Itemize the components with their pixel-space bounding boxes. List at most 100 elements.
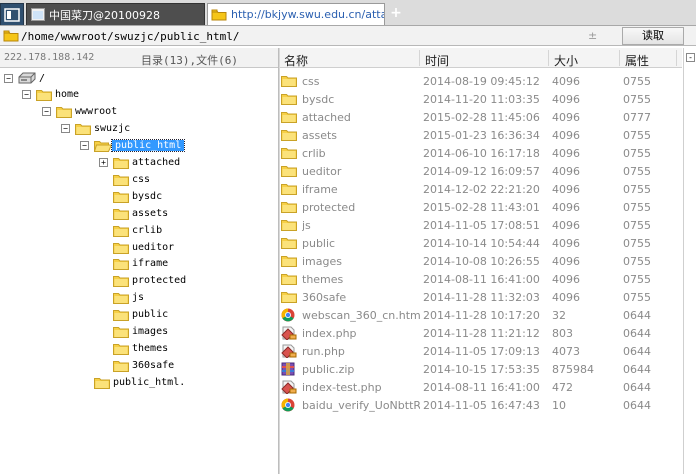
- tree-node-bysdc[interactable]: bysdc: [99, 188, 162, 204]
- tree-node-label: home: [55, 89, 80, 101]
- file-name: index-test.php: [302, 381, 382, 394]
- tab-bar: 中国菜刀@20100928 http://bkjyw.swu.edu.cn/at…: [0, 0, 696, 26]
- folder-icon: [113, 241, 129, 254]
- file-time: 2014-06-10 16:17:18: [423, 147, 540, 160]
- file-name: css: [302, 75, 320, 88]
- file-time: 2014-11-28 11:32:03: [423, 291, 540, 304]
- collapse-icon[interactable]: −: [22, 90, 31, 100]
- file-time: 2014-10-08 10:26:55: [423, 255, 540, 268]
- file-perm: 0644: [623, 345, 651, 358]
- tree-node-label: css: [132, 173, 151, 185]
- tree-node-public[interactable]: public: [99, 307, 168, 323]
- file-perm: 0755: [623, 129, 651, 142]
- table-row[interactable]: public.zip 2014-10-15 17:53:35 875984 0644: [280, 360, 682, 378]
- tree-node-iframe[interactable]: iframe: [99, 256, 168, 272]
- column-perm-header[interactable]: 属性: [625, 52, 649, 69]
- table-row[interactable]: 360safe 2014-11-28 11:32:03 4096 0755: [280, 288, 682, 306]
- file-perm: 0755: [623, 219, 651, 232]
- table-row[interactable]: crlib 2014-06-10 16:17:18 4096 0755: [280, 144, 682, 162]
- folder-icon: [281, 110, 297, 124]
- tree-node-crlib[interactable]: crlib: [99, 222, 162, 238]
- table-row[interactable]: attached 2015-02-28 11:45:06 4096 0777: [280, 108, 682, 126]
- table-row[interactable]: ueditor 2014-09-12 16:09:57 4096 0755: [280, 162, 682, 180]
- table-row[interactable]: webscan_360_cn.html 2014-11-28 10:17:20 32…: [280, 306, 682, 324]
- tree-node-js[interactable]: js: [99, 290, 144, 306]
- folder-icon: [281, 290, 297, 304]
- column-divider[interactable]: [619, 50, 620, 66]
- collapse-toggle[interactable]: -: [686, 53, 695, 62]
- column-divider[interactable]: [676, 50, 677, 66]
- tree-node-assets[interactable]: assets: [99, 205, 168, 221]
- read-button[interactable]: 读取: [622, 27, 684, 45]
- table-row[interactable]: iframe 2014-12-02 22:21:20 4096 0755: [280, 180, 682, 198]
- add-tab-icon[interactable]: +: [389, 5, 403, 21]
- table-row[interactable]: baidu_verify_UoNbttR... 2014-11-05 16:47:…: [280, 396, 682, 414]
- php-file-icon: [281, 380, 297, 395]
- file-size: 4096: [552, 111, 580, 124]
- file-time: 2014-11-05 17:09:13: [423, 345, 540, 358]
- path-input[interactable]: [20, 28, 628, 44]
- table-row[interactable]: js 2014-11-05 17:08:51 4096 0755: [280, 216, 682, 234]
- tree-node-themes[interactable]: themes: [99, 340, 168, 356]
- folder-icon: [281, 236, 297, 250]
- folder-icon: [208, 8, 227, 21]
- tree-node-wwwroot[interactable]: − wwwroot: [42, 104, 117, 120]
- file-perm: 0644: [623, 381, 651, 394]
- history-dropdown[interactable]: ±: [588, 29, 597, 42]
- collapse-icon[interactable]: −: [80, 141, 89, 151]
- tree-node-360safe[interactable]: 360safe: [99, 357, 174, 373]
- window-menu-icon[interactable]: [0, 3, 24, 25]
- table-row[interactable]: public 2014-10-14 10:54:44 4096 0755: [280, 234, 682, 252]
- file-size: 472: [552, 381, 573, 394]
- tree-node-css[interactable]: css: [99, 171, 150, 187]
- collapse-icon[interactable]: −: [4, 73, 13, 83]
- tree-node-label: 360safe: [132, 359, 175, 371]
- table-row[interactable]: bysdc 2014-11-20 11:03:35 4096 0755: [280, 90, 682, 108]
- tree-node-publichtml[interactable]: public_html.: [80, 374, 185, 390]
- file-size: 32: [552, 309, 566, 322]
- file-size: 4073: [552, 345, 580, 358]
- table-row[interactable]: assets 2015-01-23 16:36:34 4096 0755: [280, 126, 682, 144]
- tree-node-protected[interactable]: protected: [99, 273, 186, 289]
- expand-icon[interactable]: +: [99, 158, 108, 167]
- file-time: 2014-11-05 16:47:43: [423, 399, 540, 412]
- file-time: 2014-08-19 09:45:12: [423, 75, 540, 88]
- table-row[interactable]: css 2014-08-19 09:45:12 4096 0755: [280, 72, 682, 90]
- column-time-header[interactable]: 时间: [425, 52, 449, 69]
- folder-icon: [281, 74, 297, 88]
- table-row[interactable]: images 2014-10-08 10:26:55 4096 0755: [280, 252, 682, 270]
- folder-icon: [281, 200, 297, 214]
- folder-icon: [56, 105, 72, 119]
- table-row[interactable]: index.php 2014-11-28 11:21:12 803 0644: [280, 324, 682, 342]
- table-row[interactable]: protected 2015-02-28 11:43:01 4096 0755: [280, 198, 682, 216]
- tree-node-attached[interactable]: + attached: [99, 155, 180, 171]
- tree-node-images[interactable]: images: [99, 324, 168, 340]
- file-time: 2015-02-28 11:43:01: [423, 201, 540, 214]
- file-time: 2014-10-15 17:53:35: [423, 363, 540, 376]
- file-size: 4096: [552, 147, 580, 160]
- tree-node-ueditor[interactable]: ueditor: [99, 239, 174, 255]
- table-row[interactable]: run.php 2014-11-05 17:09:13 4073 0644: [280, 342, 682, 360]
- collapse-icon[interactable]: −: [61, 124, 70, 134]
- table-row[interactable]: index-test.php 2014-08-11 16:41:00 472 0644: [280, 378, 682, 396]
- folder-icon: [281, 164, 297, 178]
- tree-node-label: attached: [132, 157, 181, 168]
- php-file-icon: [281, 344, 297, 359]
- file-name: public: [302, 237, 336, 250]
- tab-caidao[interactable]: 中国菜刀@20100928: [26, 3, 205, 25]
- tree-node-label: images: [132, 326, 169, 337]
- tab-remote-site[interactable]: http://bkjyw.swu.edu.cn/atta…: [207, 3, 385, 25]
- column-divider[interactable]: [419, 50, 420, 66]
- file-perm: 0755: [623, 93, 651, 106]
- column-divider[interactable]: [548, 50, 549, 66]
- column-size-header[interactable]: 大小: [554, 52, 578, 69]
- tree-node-[interactable]: − /: [4, 70, 45, 86]
- collapse-icon[interactable]: −: [42, 107, 51, 117]
- table-row[interactable]: themes 2014-08-11 16:41:00 4096 0755: [280, 270, 682, 288]
- folder-icon: [113, 325, 129, 338]
- tree-node-home[interactable]: − home: [22, 87, 79, 103]
- tree-node-swuzjc[interactable]: − swuzjc: [61, 121, 130, 137]
- tree-node-publichtml[interactable]: − public_html: [80, 138, 186, 154]
- file-size: 4096: [552, 129, 580, 142]
- column-name-header[interactable]: 名称: [284, 52, 308, 69]
